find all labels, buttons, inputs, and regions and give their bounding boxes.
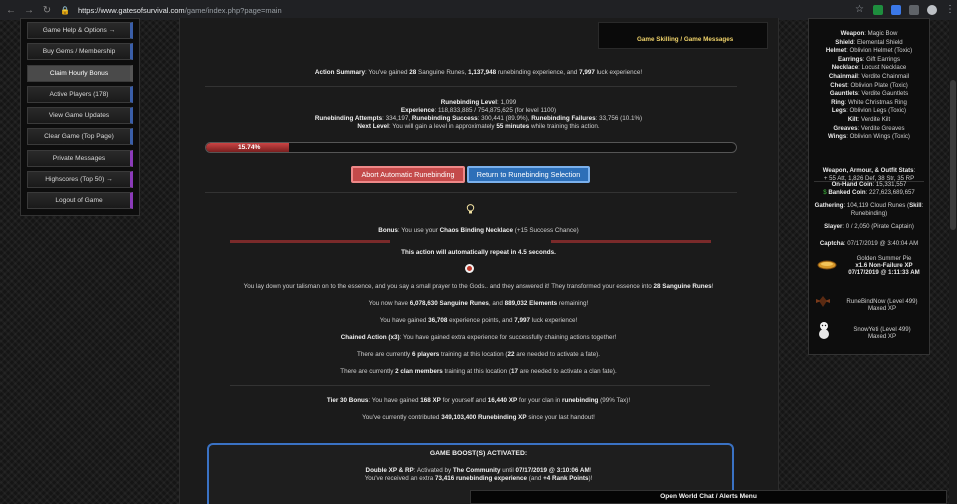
- equipment-row: Wings: Oblivion Wings (Toxic): [828, 133, 910, 141]
- equipment-row: Earrings: Gift Earrings: [838, 55, 900, 63]
- url-host: https://www.gatesofsurvival.com: [77, 5, 185, 15]
- character-panel: Weapon: Magic Bow Shield: Elemental Shiel…: [808, 18, 930, 355]
- equipment-row: Kilt: Verdite Kilt: [847, 116, 891, 123]
- reload-icon[interactable]: ↻: [42, 5, 52, 16]
- main-content: [179, 18, 779, 504]
- message-contributed: You've currently contributed 349,103,400…: [362, 414, 595, 421]
- decor-bar: [230, 240, 390, 243]
- scrollbar-thumb[interactable]: [950, 80, 956, 230]
- equipment-slot: Chainmail: [828, 73, 858, 80]
- equipment-item: Oblivion Wings (Toxic): [849, 133, 910, 141]
- equipment-row: Ring: White Christmas Ring: [831, 98, 907, 106]
- divider: [205, 86, 737, 87]
- menu-clear-game[interactable]: Clear Game (Top Page): [27, 128, 133, 146]
- onhand-coin: On-Hand Coin: 15,331,557: [831, 181, 907, 188]
- back-icon[interactable]: ←: [6, 5, 16, 16]
- progress-label: 15.74%: [238, 144, 261, 151]
- menu-logout[interactable]: Logout of Game: [27, 192, 133, 210]
- equipment-row: Shield: Elemental Shield: [835, 38, 903, 46]
- browser-toolbar: ← → ↻ 🔒 https://www.gatesofsurvival.com/…: [0, 0, 957, 20]
- equipment-item: Verdite Chainmail: [861, 73, 910, 80]
- equipment-row: Gauntlets: Verdite Gauntlets: [829, 90, 909, 98]
- equipment-row: Chainmail: Verdite Chainmail: [828, 73, 910, 80]
- equipment-slot: Weapon: [840, 30, 865, 37]
- equipment-row: Legs: Oblivion Legs (Toxic): [831, 107, 907, 115]
- captcha-info: Captcha: 07/17/2019 @ 3:40:04 AM: [819, 240, 919, 247]
- profile-avatar-icon[interactable]: [927, 5, 937, 15]
- equipment-slot: Earrings: [838, 55, 863, 63]
- equipment-item: Elemental Shield: [856, 38, 903, 46]
- equipment-slot: Ring: [831, 98, 845, 106]
- equipment-item: Verdite Kilt: [861, 116, 891, 123]
- browser-menu-icon[interactable]: ⋮: [945, 5, 955, 15]
- forward-icon[interactable]: →: [24, 5, 34, 16]
- equipment-slot: Necklace: [831, 64, 859, 72]
- page-scrollbar[interactable]: [949, 20, 957, 504]
- equipment-item: Locust Necklace: [861, 64, 907, 72]
- bookmark-star-icon[interactable]: ☆: [855, 5, 865, 15]
- equipment-slot: Wings: [828, 133, 847, 141]
- stats-title: Weapon, Armour, & Outfit Stats:: [822, 167, 916, 174]
- action-progress-bar: 15.74%: [205, 142, 737, 153]
- return-runebinding-selection-button[interactable]: Return to Runebinding Selection: [467, 166, 590, 183]
- equipment-item: Verdite Gauntlets: [861, 90, 909, 98]
- divider: [230, 385, 710, 386]
- abort-runebinding-button[interactable]: Abort Automatic Runebinding: [351, 166, 465, 183]
- equipment-item: Verdite Greaves: [860, 124, 905, 132]
- divider: [205, 192, 737, 193]
- equipment-slot: Gauntlets: [829, 90, 858, 98]
- extension-icon[interactable]: [909, 5, 919, 15]
- pie-icon: [817, 259, 837, 271]
- equipment-row: Necklace: Locust Necklace: [831, 64, 907, 72]
- lock-icon[interactable]: 🔒: [60, 6, 70, 15]
- equipment-item: Oblivion Helmet (Toxic): [849, 47, 913, 55]
- extension-icon[interactable]: [891, 5, 901, 15]
- banked-coin: $ Banked Coin: 227,623,689,657: [823, 189, 915, 196]
- equipment-slot: Shield: [835, 38, 854, 46]
- boost-extra-xp: You've received an extra 73,416 runebind…: [364, 475, 593, 482]
- gathering-info: Gathering: 104,119 Cloud Runes (Skill:: [814, 202, 924, 209]
- equipment-item: Oblivion Legs (Toxic): [849, 107, 907, 115]
- equipment-slot: Kilt: [847, 116, 858, 123]
- equipment-item: Gift Earrings: [866, 55, 900, 63]
- equipment-row: Chest: Oblivion Plate (Toxic): [830, 81, 908, 89]
- equipment-row: Helmet: Oblivion Helmet (Toxic): [825, 47, 913, 55]
- url-path: /game/index.php?page=main: [184, 5, 282, 15]
- slayer-info: Slayer: 0 / 2,050 (Pirate Captain): [824, 223, 914, 230]
- equipment-slot: Greaves: [833, 124, 858, 132]
- equipment-item: White Christmas Ring: [848, 98, 907, 106]
- extension-icon[interactable]: [873, 5, 883, 15]
- menu-game-help[interactable]: Game Help & Options →: [27, 22, 133, 39]
- boost-double-xp: Double XP & RP: Activated by The Communi…: [365, 467, 592, 474]
- blood-drop-icon: [465, 264, 474, 273]
- menu-buy-gems[interactable]: Buy Gems / Membership: [27, 43, 133, 61]
- boost-title: GAME BOOST(S) ACTIVATED:: [429, 450, 528, 457]
- open-world-chat-bar[interactable]: Open World Chat / Alerts Menu: [470, 490, 947, 504]
- pet-snowyeti-icon: [817, 321, 831, 339]
- equipment-row: Weapon: Magic Bow: [840, 30, 898, 37]
- address-bar[interactable]: https://www.gatesofsurvival.com/game/ind…: [78, 6, 847, 15]
- coin-icon: $: [823, 189, 827, 196]
- message-clan: There are currently 2 clan members train…: [340, 368, 617, 375]
- menu-private-messages[interactable]: Private Messages: [27, 149, 133, 167]
- equipment-row: Greaves: Verdite Greaves: [833, 124, 905, 132]
- pet-runebindnow-icon: [815, 293, 831, 309]
- decor-bar: [551, 240, 711, 243]
- skilling-messages-link[interactable]: Game Skilling / Game Messages: [637, 36, 733, 43]
- pie-until: 07/17/2019 @ 1:11:33 AM: [848, 269, 920, 276]
- equipment-slot: Chest: [830, 81, 848, 89]
- equipment-item: Magic Bow: [867, 30, 898, 37]
- pet-status: Maxed XP: [867, 305, 897, 312]
- equipment-slot: Legs: [831, 107, 847, 115]
- pet-status: Maxed XP: [867, 333, 897, 340]
- equipment-slot: Helmet: [825, 47, 847, 55]
- lightbulb-icon: [466, 204, 475, 214]
- top-link-bar: Game Skilling / Game Messages: [598, 22, 768, 49]
- equipment-item: Oblivion Plate (Toxic): [850, 81, 908, 89]
- message-tier-bonus: Tier 30 Bonus: You have gained 168 XP fo…: [326, 397, 631, 404]
- menu-highscores[interactable]: Highscores (Top 50) →: [27, 171, 133, 189]
- gathering-skill: Runebinding): [850, 210, 888, 217]
